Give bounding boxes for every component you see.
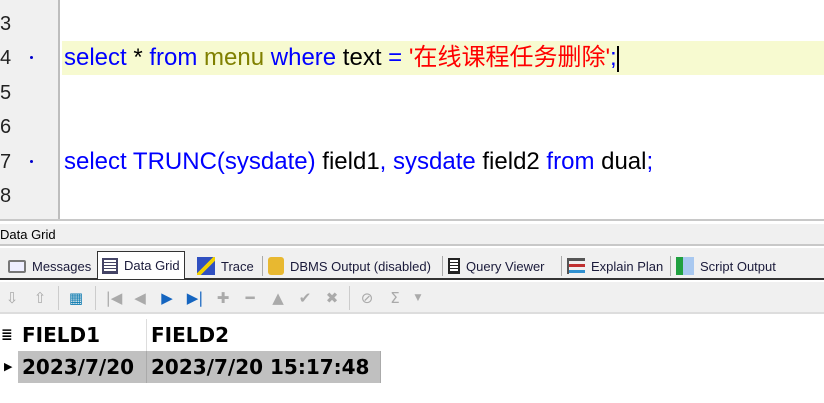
statement-marker-icon [30, 56, 33, 59]
line-gutter: 3 4 5 6 7 8 [0, 0, 60, 219]
tab-explain-plan[interactable]: Explain Plan [563, 253, 667, 279]
prior-record-icon[interactable]: ◀ [130, 288, 150, 308]
first-record-icon[interactable]: |◀ [104, 288, 124, 308]
line-number: 7 [0, 145, 60, 179]
panel-title: Data Grid [0, 224, 824, 246]
tab-dbms-output[interactable]: DBMS Output (disabled) [264, 253, 435, 279]
tab-messages[interactable]: Messages [4, 253, 95, 279]
line-number: 8 [0, 185, 12, 207]
text-caret [616, 45, 619, 72]
dbms-output-icon [268, 257, 284, 275]
delete-record-icon[interactable]: ━ [240, 288, 260, 308]
data-grid[interactable]: ≣ FIELD1 FIELD2 ▶ 2023/7/20 2023/7/20 15… [0, 316, 824, 403]
edit-record-icon[interactable]: ▲ [268, 288, 288, 308]
tab-data-grid[interactable]: Data Grid [97, 251, 185, 279]
line-number: 6 [0, 116, 12, 138]
table-cell[interactable]: 2023/7/20 [18, 351, 147, 383]
import-icon[interactable]: ⇩ [2, 288, 22, 308]
tab-trace[interactable]: Trace [193, 253, 258, 279]
sum-icon[interactable]: Σ [385, 288, 405, 308]
line-number: 5 [0, 82, 12, 104]
statement-marker-icon [30, 160, 33, 163]
grid-toolbar: ⇩ ⇧ ▦ |◀ ◀ ▶ ▶| ✚ ━ ▲ ✔ ✖ ⊘ Σ ▼ [0, 282, 824, 314]
line-number: 4 [0, 41, 60, 75]
grid-menu-icon[interactable]: ≣ [0, 319, 18, 351]
data-refresh-icon[interactable]: ▦ [66, 288, 86, 308]
cancel-record-icon[interactable]: ✖ [322, 288, 342, 308]
chevron-down-icon[interactable]: ▼ [408, 288, 428, 308]
query-viewer-icon [448, 258, 460, 274]
tab-script-output[interactable]: Script Output [672, 253, 780, 279]
line-number: 3 [0, 13, 12, 35]
code-line-4[interactable]: select * from menu where text = '在线课程任务删… [64, 41, 619, 75]
column-header[interactable]: FIELD2 [147, 319, 381, 351]
script-output-icon [676, 257, 694, 275]
data-grid-icon [102, 257, 118, 274]
result-tabs: Messages Data Grid Trace DBMS Output (di… [0, 248, 824, 280]
explain-plan-icon [567, 258, 585, 274]
table-cell[interactable]: 2023/7/20 15:17:48 [147, 351, 381, 383]
code-line-7[interactable]: select TRUNC(sysdate) field1, sysdate fi… [64, 145, 653, 179]
insert-record-icon[interactable]: ✚ [213, 288, 233, 308]
messages-icon [8, 259, 26, 273]
clear-icon[interactable]: ⊘ [357, 288, 377, 308]
last-record-icon[interactable]: ▶| [185, 288, 205, 308]
column-header[interactable]: FIELD1 [18, 319, 147, 351]
trace-icon [197, 257, 215, 275]
next-record-icon[interactable]: ▶ [157, 288, 177, 308]
sql-editor[interactable]: 3 4 5 6 7 8 select * from menu where tex… [0, 0, 824, 221]
export-icon[interactable]: ⇧ [30, 288, 50, 308]
post-record-icon[interactable]: ✔ [295, 288, 315, 308]
tab-query-viewer[interactable]: Query Viewer [444, 253, 549, 279]
row-indicator-icon: ▶ [4, 360, 13, 373]
